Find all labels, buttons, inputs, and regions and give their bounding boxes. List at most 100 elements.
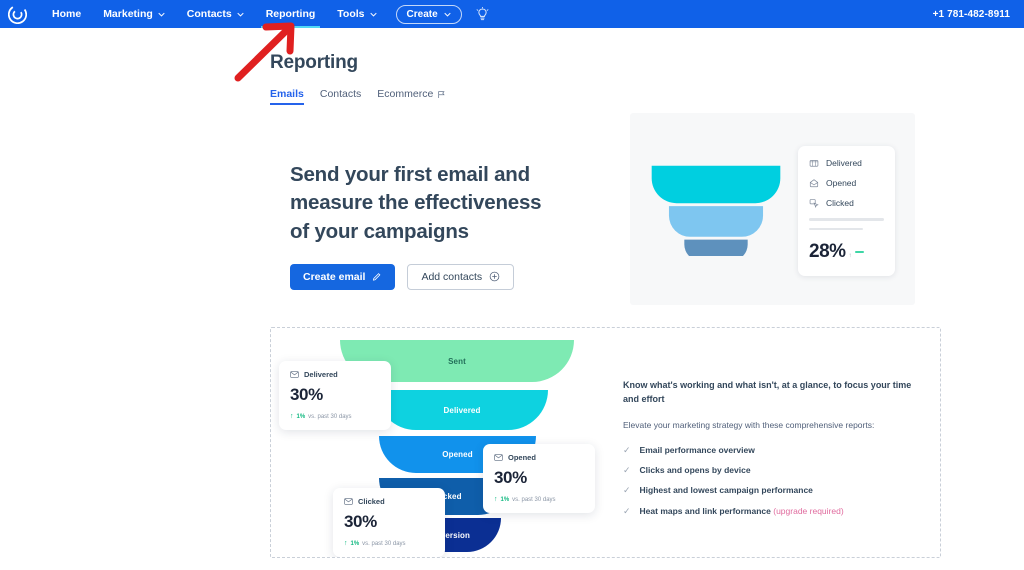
hero-metric-label: Clicked <box>826 198 854 208</box>
chevron-down-icon <box>369 12 377 17</box>
nav-item-label: Marketing <box>103 8 153 20</box>
click-cursor-icon <box>809 199 819 208</box>
envelope-icon <box>344 498 353 505</box>
envelope-icon <box>494 454 503 461</box>
nav-item-label: Home <box>52 8 82 20</box>
opened-envelope-icon <box>809 179 819 188</box>
plus-circle-icon <box>489 272 500 282</box>
tab-ecommerce[interactable]: Ecommerce <box>377 88 446 105</box>
hero-placeholder-bar <box>809 218 884 221</box>
page-header: Reporting Emails Contacts Ecommerce <box>0 28 1024 105</box>
metric-card-title: Delivered <box>304 370 338 379</box>
upgrade-required-link[interactable]: (upgrade required) <box>773 506 843 516</box>
preview-subheading: Elevate your marketing strategy with the… <box>623 420 875 430</box>
preview-copy: Know what's working and what isn't, at a… <box>623 379 923 516</box>
metric-card-percent: 30% <box>494 468 527 487</box>
report-preview-panel: Sent Delivered Opened Clicked Conversion… <box>270 327 941 558</box>
nav-item-label: Reporting <box>265 8 316 20</box>
metric-card-title: Clicked <box>358 497 385 506</box>
metric-card-percent: 30% <box>290 385 323 404</box>
delivered-icon <box>809 160 819 167</box>
chevron-down-icon <box>158 12 165 17</box>
tab-contacts[interactable]: Contacts <box>320 88 361 105</box>
feature-label: Heat maps and link performance <box>639 505 771 516</box>
add-contacts-button[interactable]: Add contacts <box>407 263 515 290</box>
hero-metric-row-opened: Opened <box>809 178 884 188</box>
create-email-label: Create email <box>303 270 366 283</box>
nav-item-contacts[interactable]: Contacts <box>176 0 255 28</box>
feature-item: ✓ Clicks and opens by device <box>623 465 923 475</box>
create-email-button[interactable]: Create email <box>290 263 396 290</box>
hero-percent-block: 28% ↑ <box>809 241 884 263</box>
support-phone-number[interactable]: +1 781-482-8911 <box>933 9 1014 20</box>
top-navigation-bar: Home Marketing Contacts Reporting Tools … <box>0 0 1024 28</box>
page-title: Reporting <box>270 52 358 73</box>
feature-label: Email performance overview <box>639 444 755 455</box>
metric-card-opened: Opened 30% ↑ 1% vs. past 30 days <box>483 444 595 513</box>
check-icon: ✓ <box>623 505 631 516</box>
trend-up-icon: ↑ <box>290 413 294 420</box>
metric-card-period: vs. past 30 days <box>362 540 406 547</box>
metric-card-clicked: Clicked 30% ↑ 1% vs. past 30 days <box>333 488 445 557</box>
metric-card-percent: 30% <box>344 512 377 531</box>
create-button[interactable]: Create <box>395 4 462 24</box>
nav-item-label: Tools <box>337 8 365 20</box>
preview-feature-list: ✓ Email performance overview ✓ Clicks an… <box>623 445 923 516</box>
hero-percent-value: 28% <box>809 241 846 262</box>
funnel-stage-label: Delivered <box>443 405 481 415</box>
tab-label: Emails <box>270 88 304 100</box>
check-icon: ✓ <box>623 465 631 476</box>
hero-funnel-graphic <box>651 165 781 256</box>
metric-card-period: vs. past 30 days <box>512 496 556 503</box>
trend-up-icon: ↑ <box>494 496 498 503</box>
metric-card-head: Clicked <box>344 497 434 506</box>
hero-copy: Send your first email and measure the ef… <box>0 123 640 290</box>
metric-card-title: Opened <box>508 453 536 462</box>
nav-item-marketing[interactable]: Marketing <box>92 0 176 28</box>
nav-items: Home Marketing Contacts Reporting Tools … <box>41 0 489 28</box>
funnel-stage-delivered: Delivered <box>376 390 548 430</box>
hero-metric-label: Delivered <box>826 158 862 168</box>
nav-item-reporting[interactable]: Reporting <box>255 0 327 28</box>
hero-percent-arrow: ↑ <box>848 253 852 259</box>
metric-card-delivered: Delivered 30% ↑ 1% vs. past 30 days <box>279 361 391 430</box>
metric-card-delta: 1% <box>500 496 510 503</box>
metric-card-footer: ↑ 1% vs. past 30 days <box>494 496 584 503</box>
nav-item-home[interactable]: Home <box>41 0 92 28</box>
check-icon: ✓ <box>623 485 631 496</box>
metric-card-delta: 1% <box>296 413 306 420</box>
tab-label: Contacts <box>319 88 362 100</box>
chevron-down-icon <box>444 12 451 17</box>
tab-label: Ecommerce <box>377 88 434 100</box>
metric-card-footer: ↑ 1% vs. past 30 days <box>344 540 434 547</box>
create-button-label: Create <box>406 8 438 20</box>
feature-item: ✓ Highest and lowest campaign performanc… <box>623 485 923 495</box>
nav-item-tools[interactable]: Tools <box>326 0 387 28</box>
metric-card-footer: ↑ 1% vs. past 30 days <box>290 413 380 420</box>
feature-item: ✓ Email performance overview <box>623 445 923 455</box>
hero-metric-row-delivered: Delivered <box>809 158 884 168</box>
nav-item-label: Contacts <box>186 8 232 20</box>
add-contacts-label: Add contacts <box>421 270 483 283</box>
tab-emails[interactable]: Emails <box>270 88 304 105</box>
metric-card-head: Opened <box>494 453 584 462</box>
flag-icon <box>438 90 445 98</box>
envelope-icon <box>290 371 299 378</box>
check-icon: ✓ <box>623 444 631 455</box>
pencil-icon <box>373 272 381 281</box>
metric-card-delta: 1% <box>350 540 360 547</box>
metric-card-head: Delivered <box>290 370 380 379</box>
hero-placeholder-bar <box>809 227 863 230</box>
hero-trend-dash <box>854 250 864 254</box>
hero-headline: Send your first email and measure the ef… <box>290 163 542 243</box>
funnel-stage-label: Sent <box>448 356 466 366</box>
hero-metric-label: Opened <box>826 178 857 188</box>
report-tabs: Emails Contacts Ecommerce <box>270 88 1024 105</box>
lightbulb-icon[interactable] <box>476 6 489 22</box>
feature-item: ✓ Heat maps and link performance (upgrad… <box>623 506 923 516</box>
hero-metric-row-clicked: Clicked <box>809 198 884 208</box>
constant-contact-logo-icon[interactable] <box>8 4 27 24</box>
trend-up-icon: ↑ <box>344 540 348 547</box>
feature-label: Highest and lowest campaign performance <box>639 485 813 496</box>
hero-actions: Create email Add contacts <box>290 263 640 290</box>
